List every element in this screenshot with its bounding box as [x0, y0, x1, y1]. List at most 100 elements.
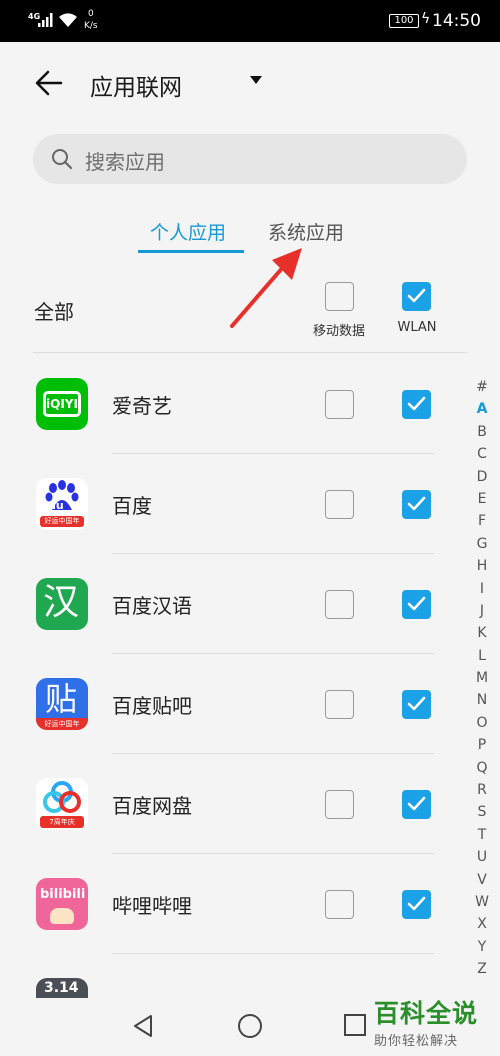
alphabet-index[interactable]: # A B C D E F G H I J K L M N O P Q R S T U V W X Y Z	[472, 376, 492, 981]
wlan-checkbox[interactable]	[402, 790, 431, 819]
row-divider	[112, 853, 434, 854]
battery-icon: 100	[389, 14, 419, 28]
dropdown-triangle-icon[interactable]	[250, 76, 262, 84]
list-item[interactable]: bilibili 哔哩哔哩	[0, 878, 470, 978]
all-mobile-data-checkbox[interactable]	[325, 282, 354, 311]
index-letter[interactable]: E	[472, 488, 492, 510]
tab-personal-apps[interactable]: 个人应用	[150, 218, 226, 245]
mobile-data-checkbox[interactable]	[325, 690, 354, 719]
mobile-data-checkbox[interactable]	[325, 390, 354, 419]
nav-recents-icon[interactable]	[344, 1014, 366, 1036]
app-name: 哔哩哔哩	[112, 894, 192, 918]
index-letter[interactable]: Z	[472, 958, 492, 980]
iqiyi-logo-text: iQIYI	[43, 391, 81, 417]
mobile-data-checkbox[interactable]	[325, 790, 354, 819]
baidu-logo-text: du	[48, 499, 64, 512]
index-letter[interactable]: J	[472, 600, 492, 622]
app-bar: 应用联网	[0, 42, 500, 124]
index-letter[interactable]: G	[472, 533, 492, 555]
index-letter[interactable]: B	[472, 421, 492, 443]
mobile-data-checkbox[interactable]	[325, 490, 354, 519]
list-item[interactable]: 汉 百度汉语	[0, 578, 470, 678]
bilibili-icon: bilibili	[36, 878, 88, 930]
row-divider	[112, 653, 434, 654]
wlan-checkbox[interactable]	[402, 490, 431, 519]
watermark: 百科全说 助你轻松解决	[374, 994, 494, 1049]
nav-back-icon[interactable]	[132, 1014, 154, 1038]
row-divider	[112, 553, 434, 554]
all-wlan-checkbox[interactable]	[402, 282, 431, 311]
network-speed: 0 K/s	[84, 8, 98, 32]
cloud-rings-icon	[43, 781, 81, 813]
app-name: 百度网盘	[112, 794, 192, 818]
app-name: 爱奇艺	[112, 394, 172, 418]
watermark-subtitle: 助你轻松解决	[374, 1034, 459, 1049]
index-letter[interactable]: O	[472, 712, 492, 734]
index-letter[interactable]: D	[472, 466, 492, 488]
checkmark-icon	[407, 596, 426, 611]
list-item[interactable]: du 好运中国年 百度	[0, 478, 470, 578]
netdisk-badge: 7周年庆	[40, 816, 84, 828]
index-letter[interactable]: M	[472, 667, 492, 689]
tab-system-apps[interactable]: 系统应用	[268, 218, 344, 245]
checkmark-icon	[407, 496, 426, 511]
index-letter[interactable]: W	[472, 891, 492, 913]
tieba-badge: 好运中国年	[36, 718, 88, 730]
index-letter[interactable]: R	[472, 779, 492, 801]
index-letter[interactable]: P	[472, 734, 492, 756]
baidu-icon: du 好运中国年	[36, 478, 88, 530]
list-item[interactable]: iQIYI 爱奇艺	[0, 378, 470, 478]
mobile-data-checkbox[interactable]	[325, 590, 354, 619]
signal-icon	[38, 13, 53, 27]
wlan-checkbox[interactable]	[402, 890, 431, 919]
index-letter[interactable]: Q	[472, 757, 492, 779]
partial-app-icon: 3.14	[36, 978, 88, 998]
mobile-data-checkbox[interactable]	[325, 890, 354, 919]
index-letter[interactable]: X	[472, 913, 492, 935]
index-letter[interactable]: Y	[472, 936, 492, 958]
index-letter[interactable]: V	[472, 869, 492, 891]
list-item[interactable]: 贴 好运中国年 百度贴吧	[0, 678, 470, 778]
index-letter[interactable]: C	[472, 443, 492, 465]
speed-value: 0	[87, 9, 94, 19]
search-input[interactable]: 搜索应用	[33, 134, 467, 184]
row-divider	[112, 453, 434, 454]
back-arrow-icon[interactable]	[34, 68, 64, 98]
search-icon	[52, 149, 73, 170]
checkmark-icon	[407, 896, 426, 911]
status-bar: 4G 0 K/s 100 ϟ 14:50	[0, 0, 500, 42]
mobile-data-column-label: 移动数据	[312, 324, 365, 339]
partial-icon-text: 3.14	[44, 980, 79, 996]
baidu-netdisk-icon: 7周年庆	[36, 778, 88, 830]
index-letter[interactable]: H	[472, 555, 492, 577]
list-item[interactable]: 7周年庆 百度网盘	[0, 778, 470, 878]
wlan-checkbox[interactable]	[402, 590, 431, 619]
tieba-logo-text: 贴	[45, 680, 78, 718]
index-letter[interactable]: N	[472, 689, 492, 711]
page-title: 应用联网	[90, 75, 182, 101]
baidu-badge: 好运中国年	[40, 516, 84, 527]
nav-home-icon[interactable]	[238, 1014, 262, 1038]
search-placeholder: 搜索应用	[85, 150, 165, 174]
index-letter[interactable]: K	[472, 622, 492, 644]
index-letter[interactable]: A	[472, 398, 492, 420]
wlan-checkbox[interactable]	[402, 690, 431, 719]
mascot-face	[50, 908, 74, 924]
iqiyi-icon: iQIYI	[36, 378, 88, 430]
wifi-icon	[59, 13, 77, 27]
app-name: 百度	[112, 494, 152, 518]
index-letter[interactable]: #	[472, 376, 492, 398]
index-letter[interactable]: I	[472, 578, 492, 600]
hanyu-logo-text: 汉	[43, 582, 80, 623]
index-letter[interactable]: L	[472, 645, 492, 667]
index-letter[interactable]: S	[472, 801, 492, 823]
header-divider	[33, 352, 467, 353]
bilibili-logo-text: bilibili	[40, 887, 86, 902]
index-letter[interactable]: F	[472, 510, 492, 532]
baidu-tieba-icon: 贴 好运中国年	[36, 678, 88, 730]
index-letter[interactable]: U	[472, 846, 492, 868]
clock: 14:50	[432, 11, 481, 31]
baidu-hanyu-icon: 汉	[36, 578, 88, 630]
wlan-checkbox[interactable]	[402, 390, 431, 419]
index-letter[interactable]: T	[472, 824, 492, 846]
